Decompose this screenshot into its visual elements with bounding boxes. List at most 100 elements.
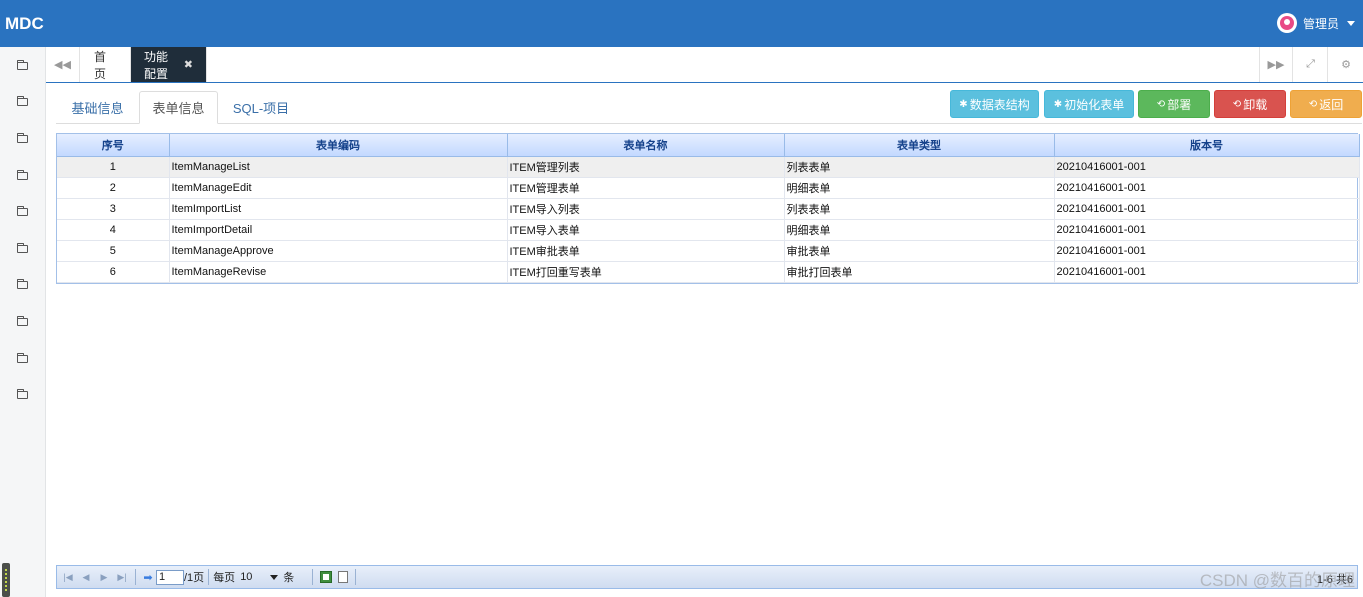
close-icon[interactable]: ✖	[184, 58, 193, 71]
sidebar-scrollbar[interactable]	[2, 563, 10, 597]
subtab-sql-project[interactable]: SQL-项目	[222, 91, 300, 124]
divider	[312, 569, 314, 585]
first-page-button[interactable]: |◀	[59, 568, 77, 586]
go-arrow-icon[interactable]: ➡	[140, 571, 156, 584]
table-row[interactable]: 4 ItemImportDetail ITEM导入表单 明细表单 2021041…	[57, 219, 1360, 241]
grid-cell: ItemManageRevise	[169, 261, 508, 283]
grid-cell: ItemManageApprove	[169, 240, 508, 262]
first-page-icon: |◀	[63, 571, 73, 582]
grid-cell: 明细表单	[784, 177, 1055, 199]
double-left-icon: ◀◀	[54, 59, 71, 71]
grid-cell: ItemImportList	[169, 198, 508, 220]
top-bar: MDC 管理员	[0, 0, 1363, 47]
table-row[interactable]: 6 ItemManageRevise ITEM打回重写表单 审批打回表单 202…	[57, 261, 1360, 283]
excel-export-icon[interactable]	[320, 571, 333, 583]
page-tab-bar: ◀◀ 首页 功能配置 ✖ ▶▶ ⤢ ⚙	[46, 47, 1363, 83]
folder-icon	[17, 389, 28, 399]
sidebar-item-4[interactable]	[0, 159, 45, 193]
settings-button[interactable]: ⚙	[1329, 47, 1363, 82]
last-page-icon: ▶|	[117, 571, 127, 582]
grid-cell: ItemManageEdit	[169, 177, 508, 199]
expand-icon: ⤢	[1306, 58, 1315, 70]
sidebar-item-1[interactable]	[0, 49, 45, 83]
folder-icon	[17, 60, 28, 70]
gear-icon: ✱	[959, 98, 968, 110]
table-row[interactable]: 2 ItemManageEdit ITEM管理表单 明细表单 202104160…	[57, 177, 1360, 199]
folder-icon	[17, 279, 28, 289]
grid-cell: 1	[57, 156, 170, 178]
grid-cell: 20210416001-001	[1054, 261, 1360, 283]
column-header[interactable]: 表单名称	[507, 134, 785, 157]
grid-cell: 4	[57, 219, 170, 241]
user-name: 管理员	[1302, 16, 1339, 31]
subtab-form-info[interactable]: 表单信息	[139, 91, 218, 124]
grid-cell: ITEM管理列表	[507, 156, 785, 178]
grid-cell: 20210416001-001	[1054, 156, 1360, 178]
table-row[interactable]: 1 ItemManageList ITEM管理列表 列表表单 202104160…	[57, 156, 1360, 178]
next-page-icon: ▶	[100, 571, 108, 582]
grid-cell: 20210416001-001	[1054, 240, 1360, 262]
per-page-label: 每页	[213, 572, 236, 584]
watermark: CSDN @数百的原理	[1199, 571, 1355, 590]
gear-icon: ✱	[1053, 98, 1063, 110]
chevron-down-icon	[270, 574, 279, 580]
fullscreen-button[interactable]: ⤢	[1294, 47, 1328, 82]
column-header[interactable]: 表单类型	[784, 134, 1055, 157]
table-row[interactable]: 3 ItemImportList ITEM导入列表 列表表单 202104160…	[57, 198, 1360, 220]
grid-cell: 审批表单	[784, 240, 1055, 262]
table-structure-button[interactable]: ✱ 数据表结构	[950, 90, 1039, 118]
folder-icon	[17, 133, 28, 143]
grid-cell: 6	[57, 261, 170, 283]
back-button[interactable]: ⟲ 返回	[1290, 90, 1362, 118]
grid-cell: ITEM导入列表	[507, 198, 785, 220]
page-number-input[interactable]: 1	[156, 569, 184, 585]
grid-cell: 20210416001-001	[1054, 219, 1360, 241]
folder-icon	[17, 353, 28, 363]
grid-cell: 20210416001-001	[1054, 177, 1360, 199]
pagination-bar: |◀ ◀ ▶ ▶| ➡ 1 /1页 每页 10 条 1-6 共6	[56, 565, 1358, 589]
sidebar-item-7[interactable]	[0, 268, 45, 302]
prev-page-icon: ◀	[82, 571, 90, 582]
tab-scroll-left-button[interactable]: ◀◀	[46, 47, 80, 82]
next-page-button[interactable]: ▶	[95, 568, 113, 586]
prev-page-button[interactable]: ◀	[77, 568, 95, 586]
sidebar-item-3[interactable]	[0, 122, 45, 156]
column-header[interactable]: 序号	[57, 134, 170, 157]
sidebar-item-2[interactable]	[0, 85, 45, 119]
last-page-button[interactable]: ▶|	[113, 568, 131, 586]
tab-scroll-right-button[interactable]: ▶▶	[1259, 47, 1293, 82]
chevron-down-icon	[1347, 20, 1355, 26]
double-right-icon: ▶▶	[1267, 59, 1285, 71]
tab-function-config[interactable]: 功能配置 ✖	[131, 47, 207, 82]
refresh-icon: ⟲	[1308, 98, 1318, 110]
grid-header-row: 序号 表单编码 表单名称 表单类型 版本号	[57, 134, 1360, 157]
document-export-icon[interactable]	[338, 571, 349, 583]
grid-cell: 2	[57, 177, 170, 199]
grid-cell: ITEM管理表单	[507, 177, 785, 199]
divider	[208, 569, 210, 585]
grid-cell: 20210416001-001	[1054, 198, 1360, 220]
sidebar-item-10[interactable]	[0, 378, 45, 412]
folder-icon	[17, 206, 28, 216]
folder-icon	[17, 96, 28, 106]
table-row[interactable]: 5 ItemManageApprove ITEM审批表单 审批表单 202104…	[57, 240, 1360, 262]
deploy-button[interactable]: ⟲ 部署	[1138, 90, 1210, 118]
user-menu[interactable]: 管理员	[1276, 13, 1355, 33]
subtab-basic-info[interactable]: 基础信息	[60, 91, 135, 124]
page-size-select[interactable]: 10	[238, 569, 280, 585]
grid-cell: ITEM审批表单	[507, 240, 785, 262]
tab-home[interactable]: 首页	[81, 47, 131, 82]
column-header[interactable]: 版本号	[1054, 134, 1360, 157]
sidebar-item-6[interactable]	[0, 232, 45, 266]
refresh-icon: ⟲	[1232, 98, 1242, 110]
divider	[355, 569, 357, 585]
uninstall-button[interactable]: ⟲ 卸载	[1214, 90, 1286, 118]
sidebar-item-9[interactable]	[0, 342, 45, 376]
folder-icon	[17, 170, 28, 180]
grid-cell: 明细表单	[784, 219, 1055, 241]
init-form-button[interactable]: ✱ 初始化表单	[1044, 90, 1134, 118]
column-header[interactable]: 表单编码	[169, 134, 508, 157]
sidebar	[0, 47, 46, 597]
sidebar-item-5[interactable]	[0, 195, 45, 229]
sidebar-item-8[interactable]	[0, 305, 45, 339]
